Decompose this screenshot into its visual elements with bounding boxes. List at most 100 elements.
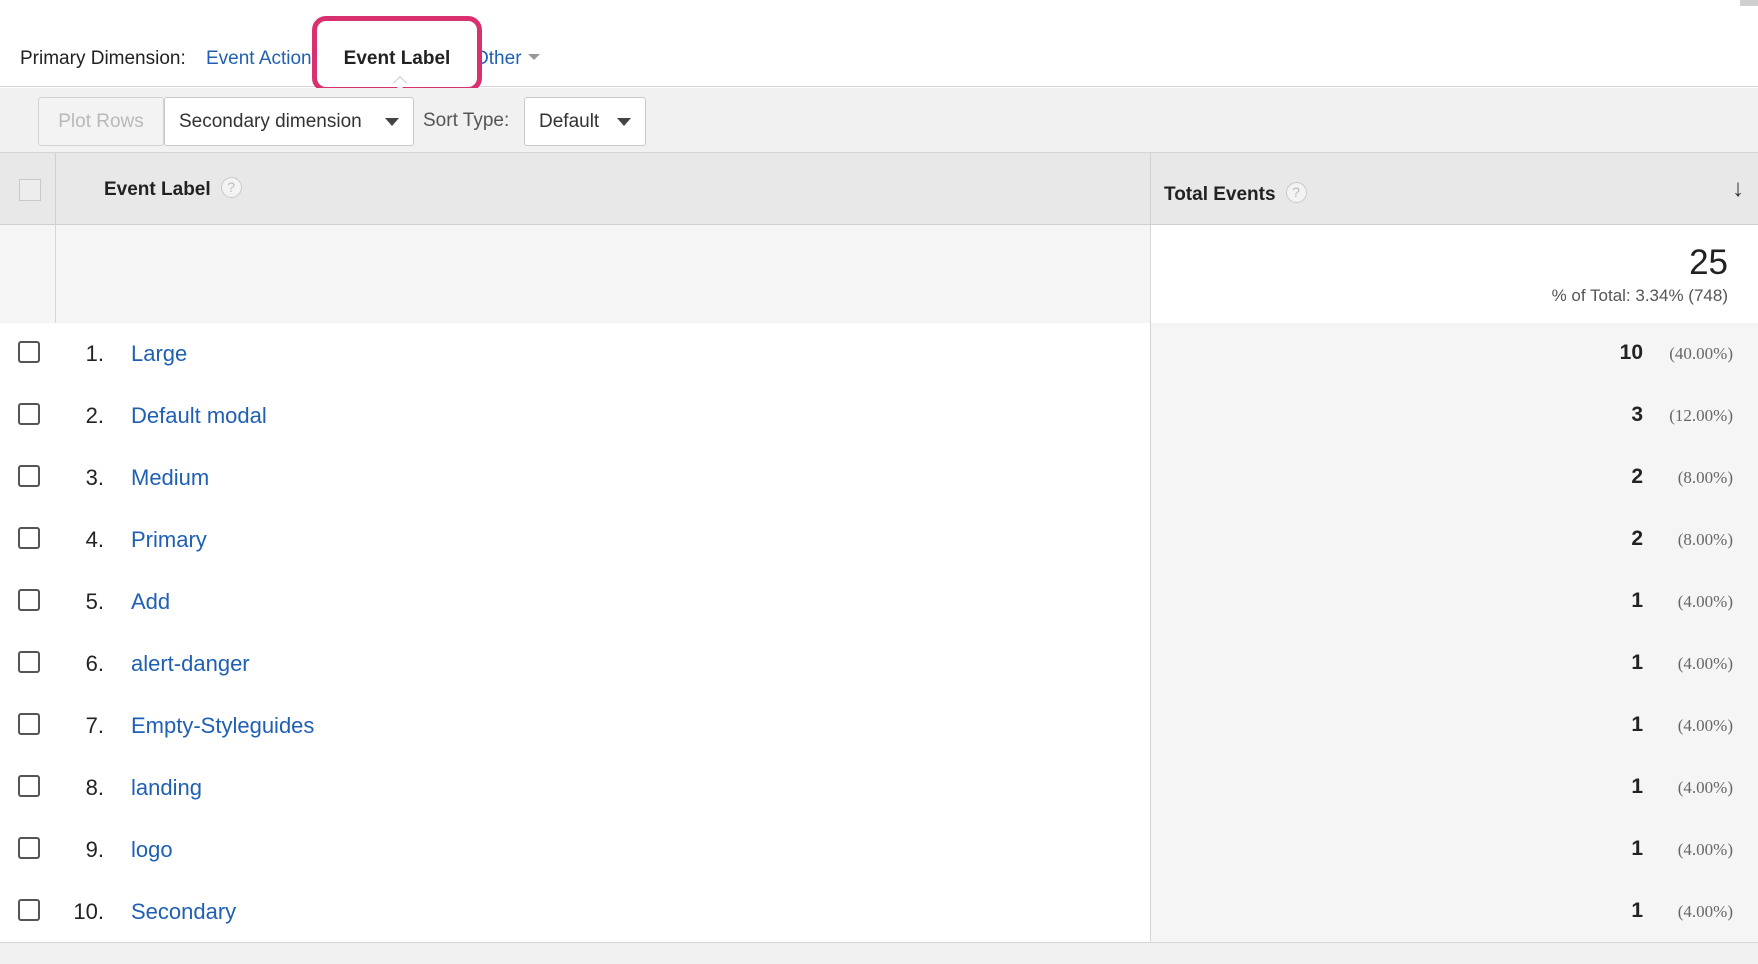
row-value-cell: 2 (8.00%) bbox=[1150, 447, 1758, 509]
row-label-cell: 2. Default modal bbox=[0, 385, 1150, 447]
row-total-events: 1 bbox=[1631, 651, 1643, 674]
row-rank: 6. bbox=[85, 651, 104, 676]
row-label-cell: 10. Secondary bbox=[0, 881, 1150, 943]
row-label-link[interactable]: landing bbox=[131, 775, 202, 801]
primary-dimension-label: Primary Dimension: bbox=[20, 48, 186, 69]
dropdown-arrow-icon bbox=[385, 118, 399, 126]
summary-row: 25 % of Total: 3.34% (748) bbox=[0, 225, 1758, 323]
row-label-cell: 6. alert-danger bbox=[0, 633, 1150, 695]
plot-rows-button[interactable]: Plot Rows bbox=[38, 97, 164, 146]
table-row: 8. landing 1 (4.00%) bbox=[0, 757, 1758, 819]
summary-label-cell bbox=[55, 225, 1150, 323]
row-rank: 4. bbox=[85, 527, 104, 552]
row-percent: (4.00%) bbox=[1677, 592, 1733, 611]
row-checkbox[interactable] bbox=[18, 527, 40, 549]
row-checkbox[interactable] bbox=[18, 403, 40, 425]
row-label-cell: 5. Add bbox=[0, 571, 1150, 633]
row-label-cell: 1. Large bbox=[0, 323, 1150, 385]
column-header-total-events-text: Total Events bbox=[1164, 184, 1276, 205]
dimension-event-label-text: Event Label bbox=[343, 48, 451, 69]
row-value-cell: 1 (4.00%) bbox=[1150, 881, 1758, 943]
row-value-cell: 3 (12.00%) bbox=[1150, 385, 1758, 447]
row-label-link[interactable]: Add bbox=[131, 589, 170, 615]
row-total-events: 1 bbox=[1631, 775, 1643, 798]
row-label-cell: 3. Medium bbox=[0, 447, 1150, 509]
select-all-checkbox[interactable] bbox=[19, 179, 41, 201]
table-row: 10. Secondary 1 (4.00%) bbox=[0, 881, 1758, 943]
row-rank: 7. bbox=[85, 713, 104, 738]
table-row: 1. Large 10 (40.00%) bbox=[0, 323, 1758, 385]
table-row: 3. Medium 2 (8.00%) bbox=[0, 447, 1758, 509]
primary-dimension-bar: Primary Dimension: Event Action Other Ev… bbox=[0, 0, 1758, 92]
row-percent: (4.00%) bbox=[1677, 778, 1733, 797]
row-total-events: 1 bbox=[1631, 713, 1643, 736]
row-checkbox[interactable] bbox=[18, 775, 40, 797]
row-total-events: 1 bbox=[1631, 837, 1643, 860]
help-icon[interactable]: ? bbox=[1285, 182, 1307, 204]
table-footer-strip bbox=[0, 942, 1758, 964]
row-rank: 3. bbox=[85, 465, 104, 490]
dimension-option-other[interactable]: Other bbox=[474, 48, 540, 70]
row-label-link[interactable]: logo bbox=[131, 837, 173, 863]
sort-descending-icon[interactable]: ↓ bbox=[1732, 175, 1744, 203]
row-total-events: 2 bbox=[1631, 527, 1643, 550]
row-rank: 5. bbox=[85, 589, 104, 614]
row-label-cell: 9. logo bbox=[0, 819, 1150, 881]
row-percent: (12.00%) bbox=[1669, 406, 1733, 425]
table-body: 1. Large 10 (40.00%) 2. Default modal 3 … bbox=[0, 323, 1758, 943]
row-value-cell: 2 (8.00%) bbox=[1150, 509, 1758, 571]
row-value-cell: 1 (4.00%) bbox=[1150, 757, 1758, 819]
row-checkbox[interactable] bbox=[18, 341, 40, 363]
column-header-event-label-text: Event Label bbox=[104, 179, 211, 200]
table-toolbar: Plot Rows Secondary dimension Sort Type:… bbox=[0, 88, 1758, 153]
dropdown-arrow-icon bbox=[617, 118, 631, 126]
row-percent: (8.00%) bbox=[1677, 468, 1733, 487]
row-label-link[interactable]: Large bbox=[131, 341, 187, 367]
row-checkbox[interactable] bbox=[18, 837, 40, 859]
row-percent: (8.00%) bbox=[1677, 530, 1733, 549]
row-total-events: 2 bbox=[1631, 465, 1643, 488]
table-row: 6. alert-danger 1 (4.00%) bbox=[0, 633, 1758, 695]
row-total-events: 1 bbox=[1631, 589, 1643, 612]
sort-type-dropdown[interactable]: Default bbox=[524, 97, 646, 146]
row-rank: 2. bbox=[85, 403, 104, 428]
row-checkbox[interactable] bbox=[18, 651, 40, 673]
row-value-cell: 10 (40.00%) bbox=[1150, 323, 1758, 385]
row-percent: (4.00%) bbox=[1677, 840, 1733, 859]
row-label-link[interactable]: Secondary bbox=[131, 899, 236, 925]
row-percent: (4.00%) bbox=[1677, 654, 1733, 673]
help-icon[interactable]: ? bbox=[220, 177, 242, 199]
column-header-total-events[interactable]: Total Events? bbox=[1164, 182, 1307, 206]
table-row: 5. Add 1 (4.00%) bbox=[0, 571, 1758, 633]
column-header-event-label[interactable]: Event Label? bbox=[104, 177, 242, 201]
row-label-link[interactable]: Medium bbox=[131, 465, 209, 491]
row-checkbox[interactable] bbox=[18, 465, 40, 487]
table-row: 7. Empty-Styleguides 1 (4.00%) bbox=[0, 695, 1758, 757]
summary-total-value: 25 bbox=[1689, 243, 1728, 282]
table-row: 2. Default modal 3 (12.00%) bbox=[0, 385, 1758, 447]
row-value-cell: 1 (4.00%) bbox=[1150, 695, 1758, 757]
dimension-option-event-label[interactable]: Event Label bbox=[312, 16, 482, 92]
row-label-link[interactable]: Default modal bbox=[131, 403, 267, 429]
row-rank: 9. bbox=[85, 837, 104, 862]
summary-total-cell: 25 % of Total: 3.34% (748) bbox=[1150, 225, 1758, 323]
row-value-cell: 1 (4.00%) bbox=[1150, 633, 1758, 695]
row-total-events: 10 bbox=[1619, 341, 1643, 364]
row-rank: 10. bbox=[73, 899, 104, 924]
row-checkbox[interactable] bbox=[18, 589, 40, 611]
row-total-events: 1 bbox=[1631, 899, 1643, 922]
row-rank: 1. bbox=[85, 341, 104, 366]
row-label-link[interactable]: Empty-Styleguides bbox=[131, 713, 314, 739]
dimension-option-event-action[interactable]: Event Action bbox=[206, 48, 312, 70]
chevron-down-icon bbox=[527, 53, 540, 60]
summary-percent-of-total: % of Total: 3.34% (748) bbox=[1551, 286, 1728, 305]
row-percent: (4.00%) bbox=[1677, 902, 1733, 921]
row-value-cell: 1 (4.00%) bbox=[1150, 819, 1758, 881]
row-label-link[interactable]: alert-danger bbox=[131, 651, 250, 677]
row-percent: (40.00%) bbox=[1669, 344, 1733, 363]
row-label-link[interactable]: Primary bbox=[131, 527, 207, 553]
row-checkbox[interactable] bbox=[18, 899, 40, 921]
row-checkbox[interactable] bbox=[18, 713, 40, 735]
secondary-dimension-dropdown[interactable]: Secondary dimension bbox=[164, 97, 414, 146]
row-label-cell: 4. Primary bbox=[0, 509, 1150, 571]
